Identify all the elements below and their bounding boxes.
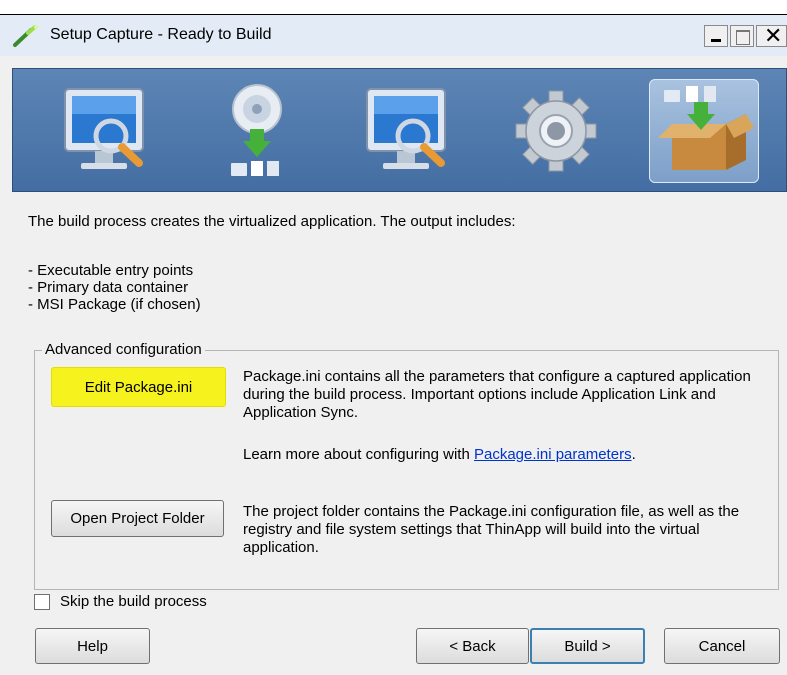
title-bar: Setup Capture - Ready to Build ✕: [0, 14, 787, 56]
window-title: Setup Capture - Ready to Build: [50, 26, 272, 43]
learn-more-prefix: Learn more about configuring with: [243, 446, 474, 463]
learn-more-text: Learn more about configuring with Packag…: [243, 446, 773, 464]
maximize-button[interactable]: [730, 25, 754, 47]
step-disc-download: [201, 79, 311, 183]
group-title: Advanced configuration: [42, 341, 205, 358]
step-monitor-magnifier: [51, 79, 161, 183]
skip-build-checkbox-row[interactable]: Skip the build process: [34, 593, 207, 610]
list-item: - Executable entry points: [28, 262, 194, 279]
output-list: - Executable entry points - Primary data…: [28, 262, 201, 313]
package-ini-parameters-link[interactable]: Package.ini parameters: [474, 446, 632, 463]
help-button[interactable]: Help: [35, 628, 150, 664]
intro-text: The build process creates the virtualize…: [28, 213, 516, 230]
step-gear: [501, 79, 611, 183]
monitor-magnifier-icon: [366, 88, 446, 169]
wizard-steps-banner: [12, 68, 787, 192]
minimize-button[interactable]: [704, 25, 728, 47]
step-monitor-magnifier-2: [353, 79, 463, 183]
list-item: - Primary data container: [28, 279, 189, 296]
back-button[interactable]: < Back: [416, 628, 529, 664]
gear-icon: [515, 90, 597, 172]
thinapp-wand-icon: [13, 25, 38, 47]
close-icon: ✕: [764, 24, 783, 49]
open-folder-description: The project folder contains the Package.…: [243, 503, 740, 556]
close-button[interactable]: ✕: [756, 24, 787, 49]
build-button[interactable]: Build >: [530, 628, 645, 664]
edit-package-description: Package.ini contains all the parameters …: [243, 368, 751, 421]
cancel-button[interactable]: Cancel: [664, 628, 780, 664]
step-package-box: [649, 79, 759, 183]
monitor-magnifier-icon: [64, 88, 144, 169]
dialog-body: The build process creates the virtualize…: [0, 56, 787, 675]
learn-more-suffix: .: [631, 446, 636, 463]
list-item: - MSI Package (if chosen): [28, 296, 201, 313]
skip-build-checkbox[interactable]: [34, 593, 50, 610]
skip-build-label: Skip the build process: [60, 593, 207, 610]
package-box-icon: [658, 86, 754, 170]
disc-download-icon: [231, 84, 282, 176]
edit-package-ini-button[interactable]: Edit Package.ini: [44, 362, 232, 412]
open-project-folder-button[interactable]: Open Project Folder: [51, 500, 224, 537]
